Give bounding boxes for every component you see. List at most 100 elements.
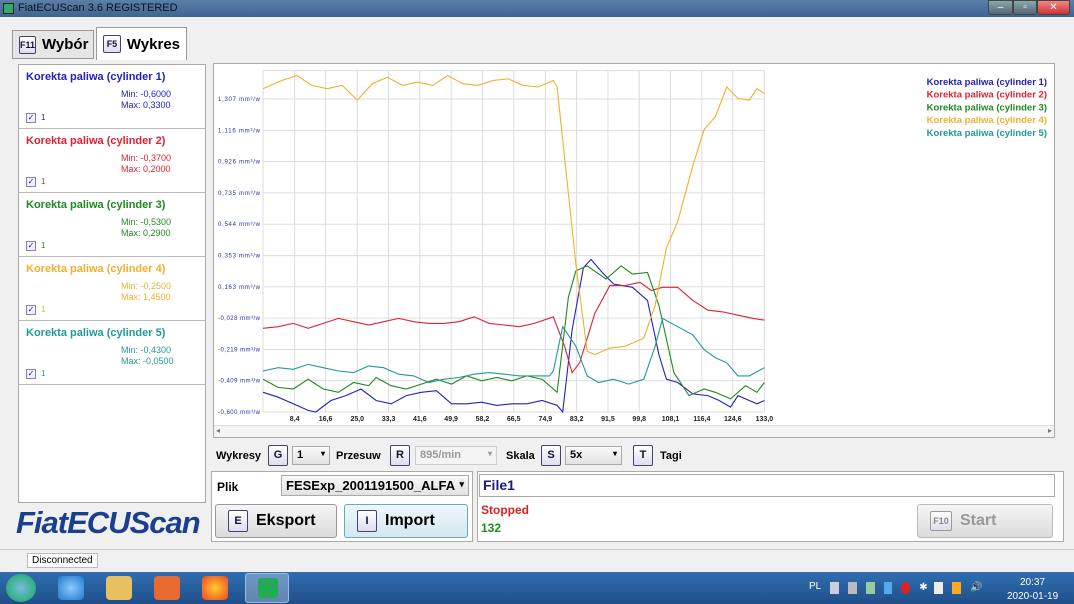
connection-status: Disconnected <box>27 553 98 568</box>
channel-min: Min: -0,5300 <box>121 217 172 227</box>
channel-name: Korekta paliwa (cylinder 4) <box>26 263 166 275</box>
channel-max: Max: 0,2000 <box>121 164 171 174</box>
scroll-left-arrow-icon[interactable]: ◂ <box>216 426 220 435</box>
tab-label: Wykres <box>126 35 180 53</box>
clock-time[interactable]: 20:37 <box>1020 577 1045 588</box>
przesuw-label: Przesuw <box>336 450 381 462</box>
channel-value: 1 <box>41 305 46 314</box>
channel-value: 1 <box>41 113 46 122</box>
tab-key: F5 <box>103 35 121 53</box>
tray-icon[interactable] <box>865 582 875 594</box>
channel-checkbox[interactable]: ✓ <box>26 241 36 251</box>
language-indicator[interactable]: PL <box>809 581 821 592</box>
maximize-button[interactable]: ▫ <box>1013 0 1037 15</box>
channel-max: Max: -0,0500 <box>121 356 174 366</box>
y-tick-label: 0,544 mm³/w <box>218 222 261 228</box>
fiatecuscan-icon <box>258 578 278 598</box>
file-select[interactable]: FESExp_2001191500_ALFA ' ▾ <box>281 475 469 496</box>
wykresy-key-button[interactable]: G <box>268 445 288 466</box>
internet-explorer-icon[interactable] <box>58 576 84 600</box>
channel-checkbox[interactable]: ✓ <box>26 113 36 123</box>
przesuw-key-button[interactable]: R <box>390 445 410 466</box>
tray-icon[interactable] <box>883 582 893 594</box>
firefox-icon[interactable] <box>202 576 228 600</box>
bluetooth-icon[interactable]: ✱ <box>919 582 927 594</box>
channel-checkbox[interactable]: ✓ <box>26 369 36 379</box>
keyboard-icon[interactable] <box>830 582 839 594</box>
tab-label: Wybór <box>42 36 89 53</box>
tab-wybor[interactable]: F11 Wybór <box>12 30 94 59</box>
y-tick-label: 1,116 mm³/w <box>218 128 261 134</box>
clock-date[interactable]: 2020-01-19 <box>1007 591 1058 602</box>
window-title: FiatECUScan 3.6 REGISTERED <box>18 2 178 14</box>
channel-min: Min: -0,2500 <box>121 281 172 291</box>
import-button[interactable]: I Import <box>344 504 468 538</box>
x-tick-label: 16,6 <box>319 416 333 423</box>
wykresy-label: Wykresy <box>216 450 262 462</box>
x-tick-label: 83,2 <box>570 416 584 423</box>
x-tick-label: 74,9 <box>539 416 553 423</box>
channel-checkbox[interactable]: ✓ <box>26 177 36 187</box>
x-tick-label: 108,1 <box>662 416 680 423</box>
x-tick-label: 91,5 <box>601 416 615 423</box>
tagi-label: Tagi <box>660 450 682 462</box>
file-explorer-icon[interactable] <box>106 576 132 600</box>
skala-select[interactable]: 5x ▾ <box>565 446 622 465</box>
channel-value: 1 <box>41 241 46 250</box>
skala-value: 5x <box>570 449 583 461</box>
power-icon[interactable] <box>934 582 944 594</box>
export-label: Eksport <box>256 512 316 529</box>
x-tick-label: 58,2 <box>476 416 490 423</box>
horizontal-scrollbar[interactable]: ◂ ▸ <box>214 425 1054 437</box>
channel-min: Min: -0,4300 <box>121 345 172 355</box>
x-tick-label: 124,6 <box>724 416 742 423</box>
y-tick-label: 0,926 mm³/w <box>218 160 261 166</box>
y-tick-label: 0,353 mm³/w <box>218 254 261 260</box>
channel-value: 1 <box>41 177 46 186</box>
minimize-button[interactable]: – <box>988 0 1013 15</box>
tray-icon[interactable] <box>847 582 857 594</box>
export-button[interactable]: E Eksport <box>215 504 337 538</box>
network-icon[interactable] <box>952 582 962 594</box>
start-button[interactable]: F10 Start <box>917 504 1053 538</box>
skala-key-button[interactable]: S <box>541 445 561 466</box>
antivirus-icon[interactable] <box>901 582 911 594</box>
wykresy-select[interactable]: 1 ▾ <box>292 446 330 465</box>
channel-min: Min: -0,3700 <box>121 153 172 163</box>
y-tick-label: -0,600 mm³/w <box>218 410 261 416</box>
channel-max: Max: 0,3300 <box>121 100 171 110</box>
channel-name: Korekta paliwa (cylinder 5) <box>26 327 166 339</box>
channel-checkbox[interactable]: ✓ <box>26 305 36 315</box>
tab-key: F11 <box>19 35 37 54</box>
channel-max: Max: 1,4500 <box>121 292 171 302</box>
tab-wykres[interactable]: F5 Wykres <box>96 27 187 60</box>
tagi-key-button[interactable]: T <box>633 445 653 466</box>
skala-label: Skala <box>506 450 535 462</box>
chevron-down-icon: ▾ <box>612 449 617 458</box>
media-player-icon[interactable] <box>154 576 180 600</box>
volume-icon[interactable]: 🔊 <box>970 582 982 594</box>
channel-value: 1 <box>41 369 46 378</box>
channel-item: Korekta paliwa (cylinder 4) Min: -0,2500… <box>19 257 205 321</box>
close-button[interactable]: ✕ <box>1037 0 1070 15</box>
start-menu-icon[interactable] <box>6 574 36 602</box>
x-tick-label: 25,0 <box>350 416 364 423</box>
fiatecuscan-taskbar-button[interactable] <box>245 573 289 603</box>
y-tick-label: -0,028 mm³/w <box>218 316 261 322</box>
przesuw-select[interactable]: 895/min ▾ <box>415 446 497 465</box>
legend-item: Korekta paliwa (cylinder 5) <box>927 128 1047 139</box>
x-tick-label: 99,8 <box>632 416 646 423</box>
import-key: I <box>357 510 377 532</box>
plik-label: Plik <box>217 480 239 494</box>
status-state: Stopped <box>481 503 529 517</box>
legend-item: Korekta paliwa (cylinder 1) <box>927 77 1047 88</box>
chevron-down-icon: ▾ <box>459 479 464 490</box>
channel-min: Min: -0,6000 <box>121 89 172 99</box>
scroll-right-arrow-icon[interactable]: ▸ <box>1048 426 1052 435</box>
x-tick-label: 8,4 <box>290 416 300 423</box>
wykresy-value: 1 <box>297 449 304 461</box>
x-tick-label: 49,9 <box>444 416 458 423</box>
system-tray: ✱ 🔊 <box>830 582 982 594</box>
x-tick-label: 41,6 <box>413 416 427 423</box>
file-name-field[interactable]: File1 <box>479 474 1055 497</box>
